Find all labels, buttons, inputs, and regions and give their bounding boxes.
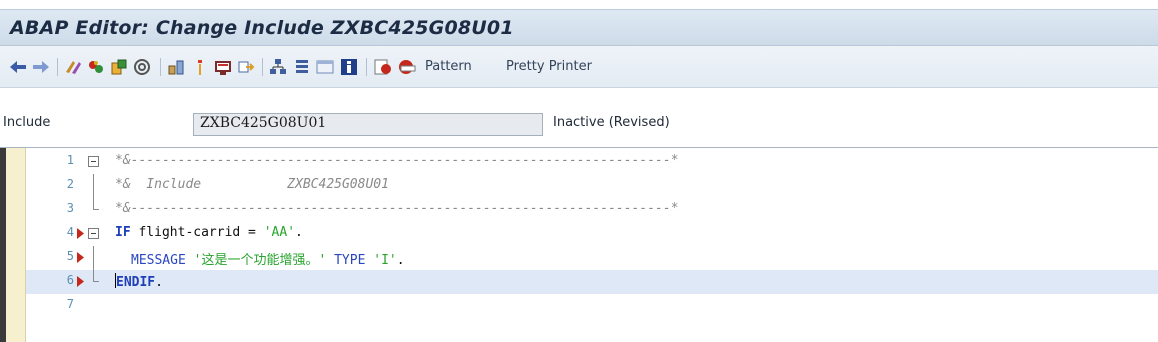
toolbar-separator	[160, 58, 161, 76]
line-number: 1	[66, 153, 74, 167]
code-line-current[interactable]: 6 ENDIF.	[26, 270, 1158, 294]
line-number: 5	[66, 249, 74, 263]
code-line[interactable]: 7	[26, 294, 1158, 318]
back-arrow-icon[interactable]	[8, 57, 28, 77]
code-text: *& Include ZXBC425G08U01	[115, 177, 389, 192]
object-list-icon[interactable]	[166, 57, 186, 77]
where-used-icon[interactable]	[132, 57, 152, 77]
activate-icon[interactable]	[86, 57, 106, 77]
editor-gutter	[6, 148, 26, 342]
collapse-block-icon[interactable]	[88, 228, 99, 239]
include-name-field[interactable]: ZXBC425G08U01	[193, 113, 543, 136]
code-editor[interactable]: 1 *&------------------------------------…	[0, 147, 1158, 342]
hierarchy-icon[interactable]	[268, 57, 288, 77]
window-title: ABAP Editor: Change Include ZXBC425G08U0…	[10, 17, 514, 39]
code-line[interactable]: 3 *&------------------------------------…	[26, 198, 1158, 222]
modified-line-marker-icon	[77, 228, 84, 239]
code-text: *&--------------------------------------…	[115, 201, 679, 216]
collapse-block-icon[interactable]	[88, 156, 99, 167]
code-line[interactable]: 1 *&------------------------------------…	[26, 150, 1158, 174]
fold-guide	[93, 246, 94, 270]
forward-arrow-icon[interactable]	[31, 57, 51, 77]
fold-guide-end	[93, 198, 99, 210]
modified-line-marker-icon	[77, 276, 84, 287]
application-toolbar: Pattern Pretty Printer	[0, 46, 1158, 88]
fold-guide	[93, 174, 94, 198]
line-number: 4	[66, 225, 74, 239]
fullscreen-icon[interactable]	[315, 57, 335, 77]
include-field-row: Include ZXBC425G08U01 Inactive (Revised)	[0, 107, 1158, 142]
line-number: 3	[66, 201, 74, 215]
toolbar-separator	[262, 58, 263, 76]
modified-line-marker-icon	[77, 252, 84, 263]
code-text: ENDIF.	[115, 273, 163, 290]
code-text: MESSAGE '这是一个功能增强。' TYPE 'I'.	[131, 253, 405, 268]
pretty-printer-button[interactable]: Pretty Printer	[506, 59, 592, 74]
code-line[interactable]: 4 IF flight-carrid = 'AA'.	[26, 222, 1158, 246]
line-number: 7	[66, 297, 74, 311]
title-bar: ABAP Editor: Change Include ZXBC425G08U0…	[0, 9, 1158, 46]
line-number: 2	[66, 177, 74, 191]
code-text: IF flight-carrid = 'AA'.	[115, 225, 303, 240]
include-status: Inactive (Revised)	[553, 115, 670, 130]
line-number: 6	[66, 273, 74, 287]
delete-breakpoint-icon[interactable]	[397, 57, 417, 77]
layout-icon[interactable]	[292, 57, 312, 77]
fold-guide-end	[93, 270, 99, 282]
help-icon[interactable]	[339, 57, 359, 77]
include-label: Include	[3, 115, 51, 130]
navigate-icon[interactable]	[236, 57, 256, 77]
code-text: *&--------------------------------------…	[115, 153, 679, 168]
code-line[interactable]: 2 *& Include ZXBC425G08U01	[26, 174, 1158, 198]
display-object-list-icon[interactable]	[213, 57, 233, 77]
code-line[interactable]: 5 MESSAGE '这是一个功能增强。' TYPE 'I'.	[26, 246, 1158, 270]
pattern-button[interactable]: Pattern	[425, 59, 472, 74]
toggle-display-change-icon[interactable]	[63, 57, 83, 77]
toolbar-separator	[57, 58, 58, 76]
info-icon[interactable]	[190, 57, 210, 77]
toolbar-separator	[366, 58, 367, 76]
check-icon[interactable]	[109, 57, 129, 77]
set-breakpoint-icon[interactable]	[373, 57, 393, 77]
